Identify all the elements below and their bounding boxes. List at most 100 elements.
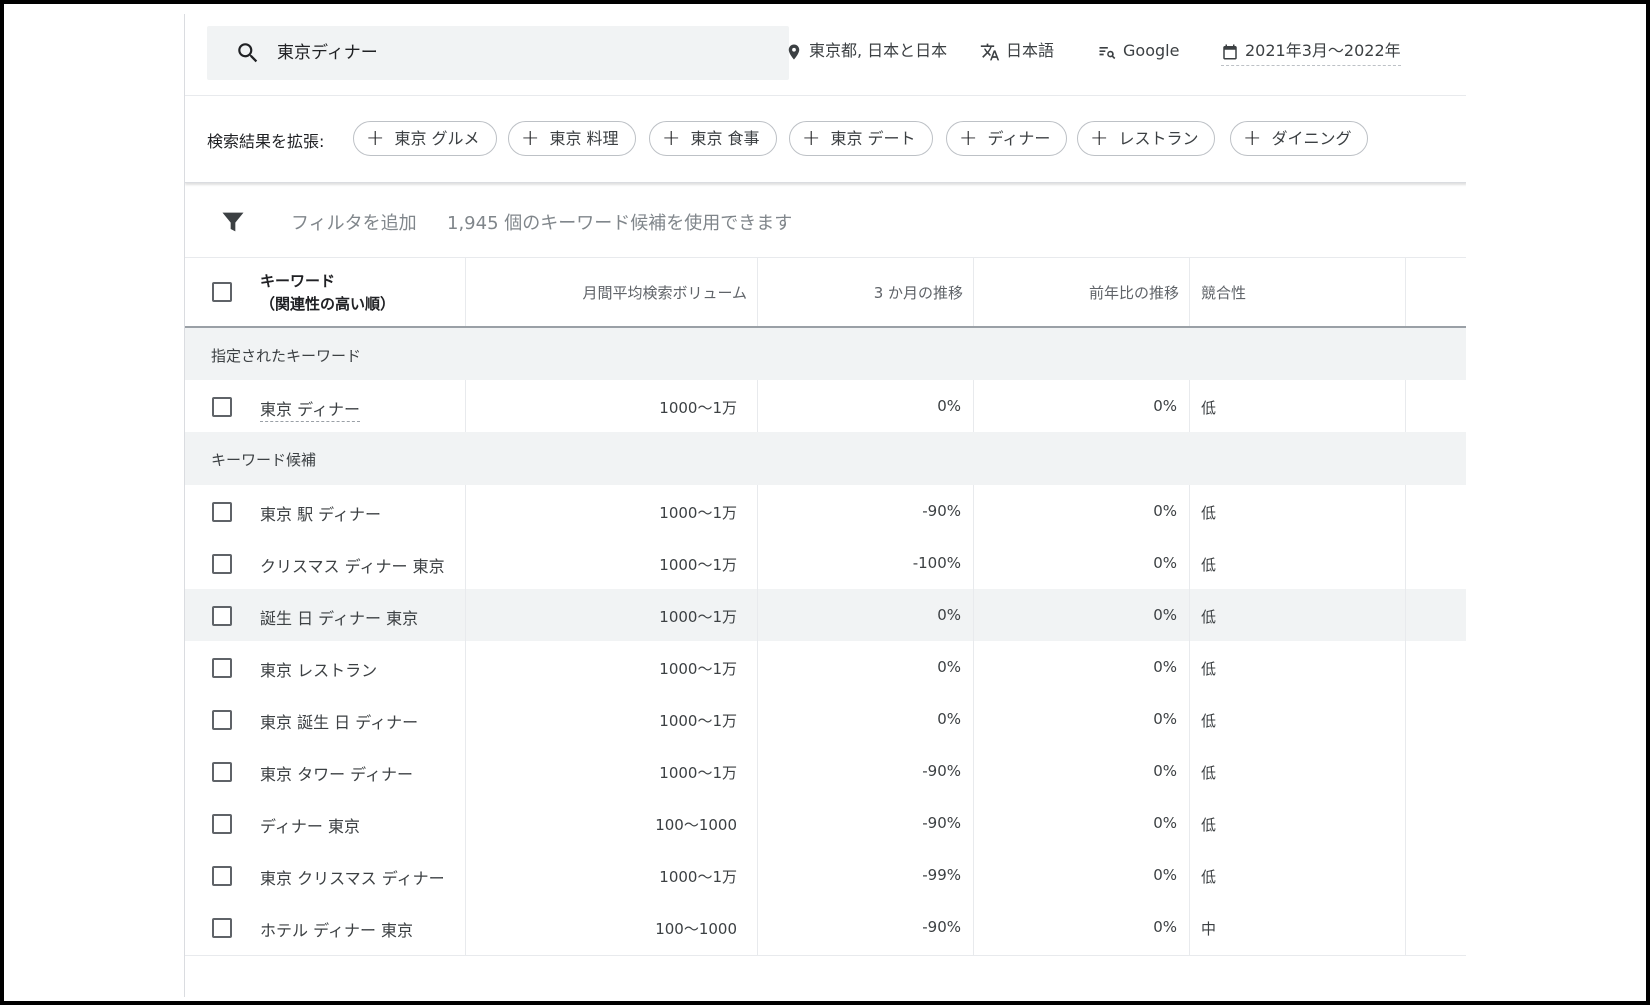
three-month-cell: -90%	[922, 762, 961, 780]
column-divider	[465, 641, 466, 695]
three-month-cell: 0%	[937, 397, 961, 415]
competition-cell: 低	[1201, 660, 1217, 678]
row-checkbox[interactable]	[212, 762, 232, 782]
chip-restaurant[interactable]: + レストラン	[1077, 121, 1216, 156]
chip-label: ダイニング	[1271, 129, 1352, 148]
plus-icon: +	[959, 126, 978, 151]
location-selector[interactable]: 東京都, 日本と日本	[785, 36, 947, 66]
top-bar: 東京都, 日本と日本 日本語 Google 2021年3月〜2022年2月	[185, 14, 1466, 96]
table-row[interactable]: 東京 レストラン 1000〜1万 0% 0% 低	[185, 641, 1466, 696]
keyword-count-text: 1,945 個のキーワード候補を使用できます	[447, 213, 793, 234]
column-divider	[465, 901, 466, 955]
column-divider	[757, 485, 758, 539]
keyword-planner-panel: 東京都, 日本と日本 日本語 Google 2021年3月〜2022年2月 検索…	[184, 14, 1466, 997]
row-checkbox[interactable]	[212, 502, 232, 522]
group-label: 指定されたキーワード	[211, 347, 362, 365]
column-divider	[1189, 693, 1190, 747]
column-divider	[465, 485, 466, 539]
keyword-header-line1: キーワード	[260, 272, 336, 290]
volume-cell: 1000〜1万	[659, 608, 737, 626]
column-divider	[1405, 693, 1406, 747]
column-divider	[757, 258, 758, 326]
table-row[interactable]: ディナー 東京 100〜1000 -90% 0% 低	[185, 797, 1466, 852]
yoy-cell: 0%	[1153, 814, 1177, 832]
plus-icon: +	[662, 126, 681, 151]
column-divider	[757, 641, 758, 695]
three-month-column-header[interactable]: 3 か月の推移	[763, 282, 963, 303]
chip-tokyo-date[interactable]: + 東京 デート	[789, 121, 933, 156]
table-row[interactable]: 東京 駅 ディナー 1000〜1万 -90% 0% 低	[185, 485, 1466, 540]
column-divider	[757, 693, 758, 747]
filter-icon[interactable]	[219, 208, 247, 236]
language-selector[interactable]: 日本語	[980, 36, 1054, 66]
column-divider	[757, 797, 758, 851]
search-icon[interactable]	[235, 40, 261, 66]
three-month-cell: -90%	[922, 918, 961, 936]
column-divider	[465, 380, 466, 434]
column-divider	[465, 589, 466, 643]
table-row[interactable]: 東京 タワー ディナー 1000〜1万 -90% 0% 低	[185, 745, 1466, 800]
chip-dining[interactable]: + ダイニング	[1230, 121, 1369, 156]
table-row[interactable]: 東京 クリスマス ディナー 1000〜1万 -99% 0% 低	[185, 849, 1466, 904]
add-filter-button[interactable]: フィルタを追加	[291, 209, 417, 235]
table-row[interactable]: クリスマス ディナー 東京 1000〜1万 -100% 0% 低	[185, 537, 1466, 592]
row-checkbox[interactable]	[212, 814, 232, 834]
row-checkbox[interactable]	[212, 658, 232, 678]
chip-label: 東京 グルメ	[394, 129, 480, 148]
table-row[interactable]: ホテル ディナー 東京 100〜1000 -90% 0% 中	[185, 901, 1466, 956]
competition-cell: 低	[1201, 712, 1217, 730]
yoy-cell: 0%	[1153, 710, 1177, 728]
select-all-checkbox[interactable]	[212, 282, 232, 302]
chip-dinner[interactable]: + ディナー	[946, 121, 1068, 156]
column-divider	[973, 693, 974, 747]
column-divider	[1405, 901, 1406, 955]
expand-results-bar: 検索結果を拡張: + 東京 グルメ + 東京 料理 + 東京 食事 + 東京 デート +…	[185, 96, 1466, 183]
row-checkbox[interactable]	[212, 606, 232, 626]
date-range-label: 2021年3月〜2022年2月	[1245, 41, 1401, 60]
column-divider	[1189, 641, 1190, 695]
plus-icon: +	[802, 126, 821, 151]
chip-tokyo-meal[interactable]: + 東京 食事	[649, 121, 777, 156]
column-divider	[1405, 537, 1406, 591]
row-checkbox[interactable]	[212, 918, 232, 938]
chip-label: ディナー	[987, 129, 1051, 148]
volume-column-header[interactable]: 月間平均検索ボリューム	[471, 282, 747, 303]
column-divider	[1189, 797, 1190, 851]
column-divider	[1189, 485, 1190, 539]
column-divider	[1405, 380, 1406, 434]
search-box[interactable]	[207, 26, 789, 80]
yoy-cell: 0%	[1153, 762, 1177, 780]
competition-cell: 低	[1201, 816, 1217, 834]
column-divider	[973, 849, 974, 903]
three-month-cell: 0%	[937, 658, 961, 676]
volume-cell: 1000〜1万	[659, 660, 737, 678]
group-header-provided: 指定されたキーワード	[185, 328, 1466, 383]
table-row[interactable]: 誕生 日 ディナー 東京 1000〜1万 0% 0% 低	[185, 589, 1466, 644]
yoy-cell: 0%	[1153, 658, 1177, 676]
chip-tokyo-gourmet[interactable]: + 東京 グルメ	[353, 121, 497, 156]
row-checkbox[interactable]	[212, 554, 232, 574]
competition-column-header[interactable]: 競合性	[1201, 282, 1246, 303]
chip-label: レストラン	[1118, 129, 1199, 148]
yoy-cell: 0%	[1153, 918, 1177, 936]
row-checkbox[interactable]	[212, 710, 232, 730]
chip-tokyo-cuisine[interactable]: + 東京 料理	[508, 121, 636, 156]
search-input[interactable]	[277, 26, 757, 80]
volume-cell: 1000〜1万	[659, 868, 737, 886]
yoy-column-header[interactable]: 前年比の推移	[979, 282, 1179, 303]
row-checkbox[interactable]	[212, 866, 232, 886]
competition-cell: 低	[1201, 608, 1217, 626]
table-row[interactable]: 東京 誕生 日 ディナー 1000〜1万 0% 0% 低	[185, 693, 1466, 748]
keyword-cell: 誕生 日 ディナー 東京	[260, 609, 419, 628]
volume-cell: 1000〜1万	[659, 712, 737, 730]
chip-label: 東京 料理	[549, 129, 619, 148]
column-divider	[465, 258, 466, 326]
table-row[interactable]: 東京 ディナー 1000〜1万 0% 0% 低	[185, 380, 1466, 435]
date-range-selector[interactable]: 2021年3月〜2022年2月	[1221, 36, 1401, 66]
row-checkbox[interactable]	[212, 397, 232, 417]
network-selector[interactable]: Google	[1097, 36, 1179, 66]
keyword-cell[interactable]: 東京 ディナー	[260, 396, 360, 422]
keyword-column-header[interactable]: キーワード （関連性の高い順）	[260, 270, 395, 316]
chip-label: 東京 食事	[690, 129, 760, 148]
column-divider	[757, 537, 758, 591]
